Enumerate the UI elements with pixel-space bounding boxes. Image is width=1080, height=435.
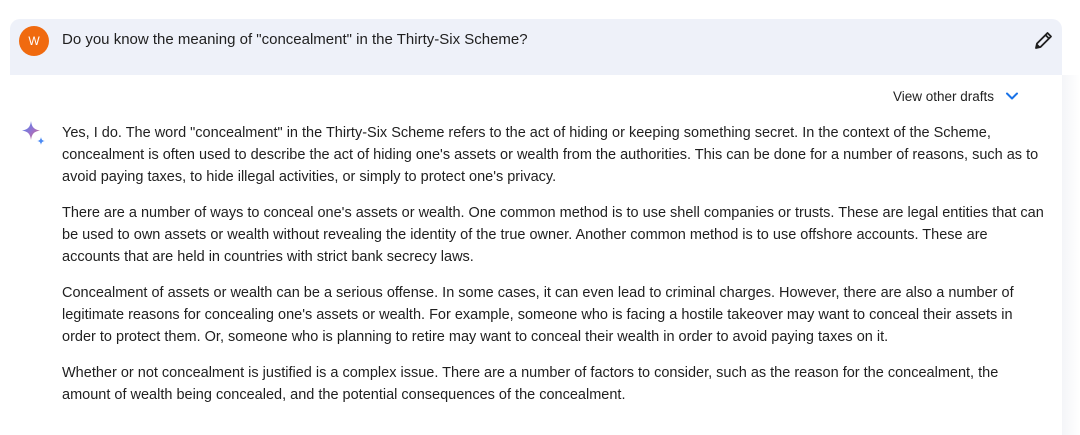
scroll-edge-shade (1062, 75, 1080, 435)
response-paragraph: Yes, I do. The word "concealment" in the… (62, 125, 1039, 185)
response-paragraph: There are a number of ways to conceal on… (62, 205, 1044, 265)
response-text: Yes, I do. The word "concealment" in the… (62, 122, 1047, 420)
pencil-icon[interactable] (1032, 28, 1056, 52)
drafts-label: View other drafts (892, 88, 994, 104)
response-paragraph: Whether or not concealment is justified … (62, 365, 999, 403)
sparkle-icon (22, 121, 45, 145)
user-prompt-text: Do you know the meaning of "concealment"… (62, 31, 528, 48)
user-avatar[interactable]: W (19, 26, 49, 56)
response-paragraph: Concealment of assets or wealth can be a… (62, 285, 1014, 345)
user-prompt-bar: W Do you know the meaning of "concealmen… (10, 19, 1062, 75)
assistant-response: View other drafts Yes, I do. The word "c… (0, 75, 1062, 435)
view-other-drafts-button[interactable]: View other drafts (893, 88, 1020, 104)
chat-page: W Do you know the meaning of "concealmen… (0, 0, 1080, 435)
chevron-down-icon (1006, 92, 1018, 100)
